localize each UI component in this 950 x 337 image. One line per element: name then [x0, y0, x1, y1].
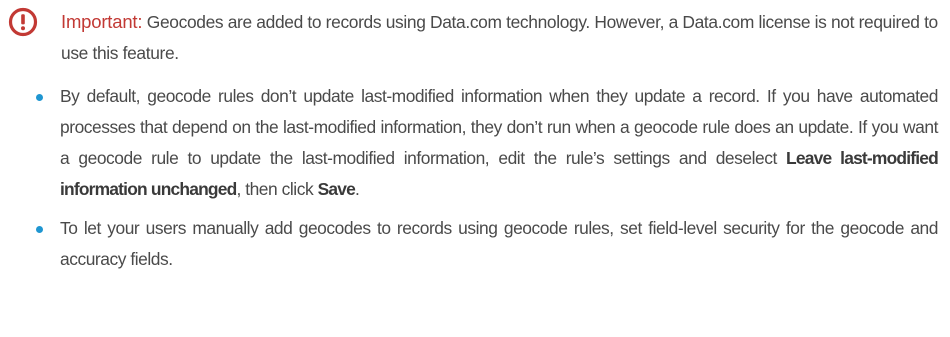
important-note: Important: Geocodes are added to records… [8, 6, 938, 69]
bullet-list: By default, geocode rules don’t update l… [8, 81, 939, 275]
important-label: Important: [61, 11, 143, 32]
bullet-text-after: . [355, 179, 360, 199]
alert-circle-icon [8, 7, 38, 37]
ui-term-save: Save [317, 179, 356, 199]
list-item: To let your users manually add geocodes … [8, 213, 938, 275]
bullet-icon [36, 94, 43, 101]
bullet-text-middle: , then click [236, 179, 318, 199]
important-note-text: Geocodes are added to records using Data… [61, 12, 938, 63]
important-note-body: Important: Geocodes are added to records… [61, 6, 938, 69]
help-page: Important: Geocodes are added to records… [0, 0, 950, 337]
list-item: By default, geocode rules don’t update l… [8, 81, 939, 205]
bullet-icon [36, 226, 43, 233]
bullet-text: To let your users manually add geocodes … [60, 218, 938, 269]
